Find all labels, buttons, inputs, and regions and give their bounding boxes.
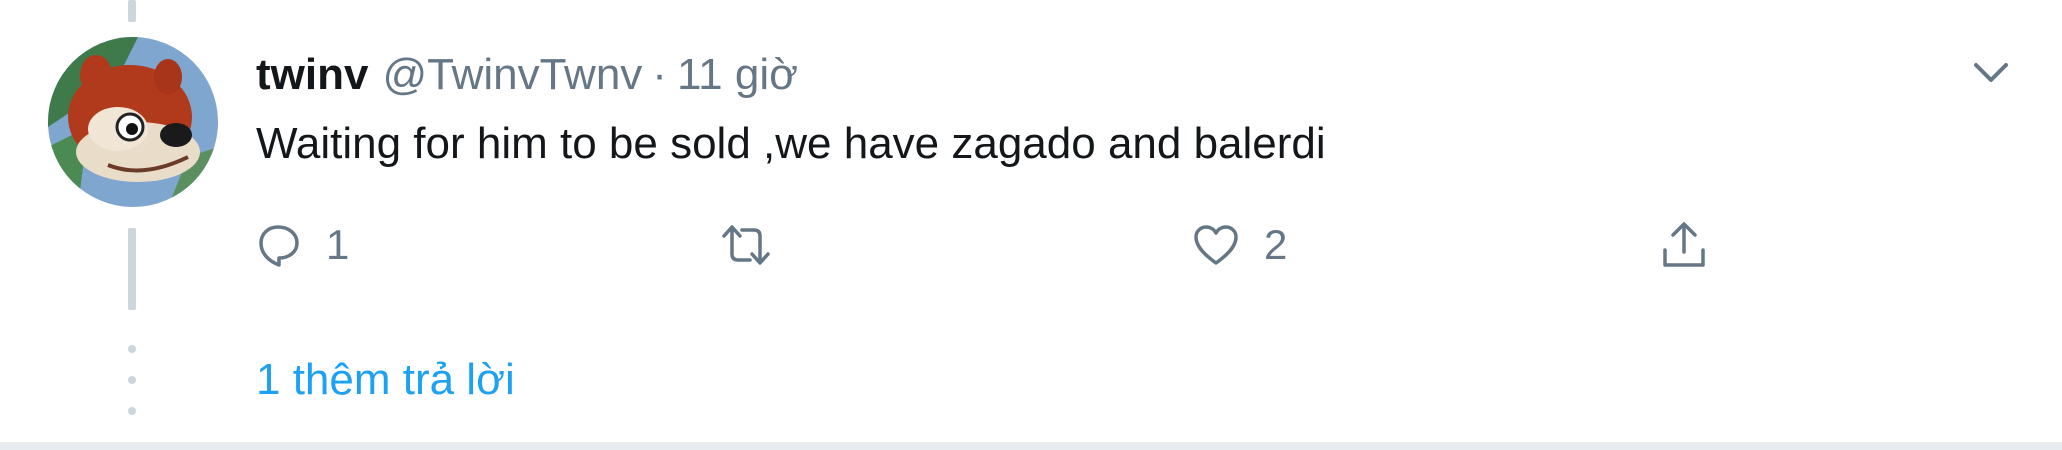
tweet-header: twinv @TwinvTwnv · 11 giờ xyxy=(256,47,798,103)
reply-button[interactable]: 1 xyxy=(256,210,349,280)
tweet-actions: 1 2 xyxy=(256,210,1756,280)
thread-line xyxy=(128,228,136,310)
tweet-text: Waiting for him to be sold ,we have zaga… xyxy=(256,119,1326,168)
like-button[interactable]: 2 xyxy=(1192,210,1287,280)
reply-count: 1 xyxy=(326,221,350,268)
display-name[interactable]: twinv xyxy=(256,47,368,103)
more-options-button[interactable] xyxy=(1966,48,2016,98)
avatar[interactable] xyxy=(48,37,218,207)
share-icon xyxy=(1663,222,1705,267)
header-separator: · xyxy=(652,50,667,99)
share-button[interactable] xyxy=(1660,210,1708,280)
chipmunk-avatar-image xyxy=(48,37,218,207)
reply-icon xyxy=(259,225,299,267)
like-count: 2 xyxy=(1264,221,1288,268)
tweet-card[interactable]: twinv @TwinvTwnv · 11 giờ Waiting for hi… xyxy=(0,0,2062,442)
timestamp[interactable]: 11 giờ xyxy=(677,47,798,103)
thread-line-top xyxy=(128,0,136,22)
retweet-icon xyxy=(722,225,770,265)
chevron-down-icon xyxy=(1974,63,2008,82)
retweet-button[interactable] xyxy=(720,210,796,280)
heart-icon xyxy=(1194,225,1238,265)
tweet-divider xyxy=(0,442,2062,450)
user-handle[interactable]: @TwinvTwnv xyxy=(382,47,642,103)
thread-continuation-dots xyxy=(128,345,136,415)
show-more-replies-link[interactable]: 1 thêm trả lời xyxy=(256,352,515,408)
